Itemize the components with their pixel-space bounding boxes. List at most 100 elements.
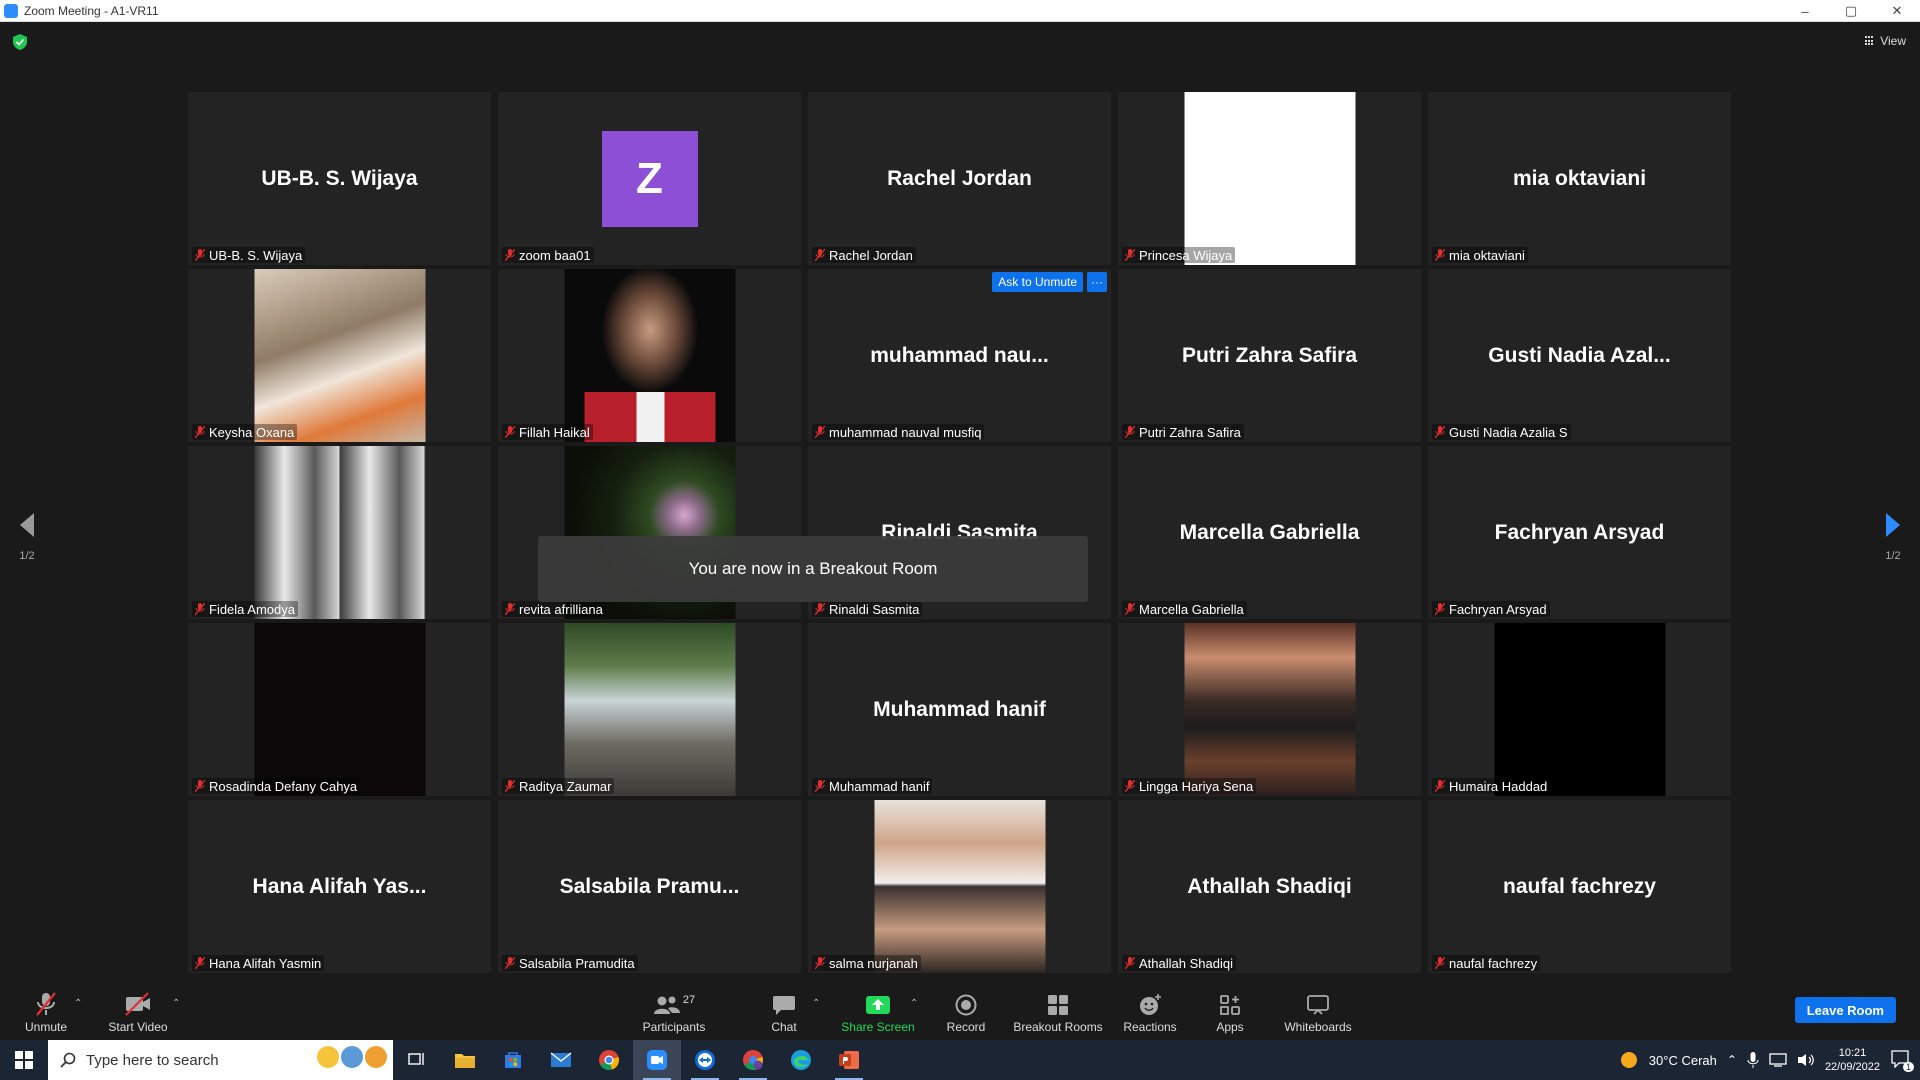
search-highlight-icon (317, 1046, 387, 1068)
participant-tile[interactable]: Hana Alifah Yas... Hana Alifah Yasmin (188, 800, 491, 973)
participant-name-label: Salsabila Pramudita (519, 955, 635, 971)
ask-to-unmute-button[interactable]: Ask to Unmute (992, 272, 1083, 292)
security-shield-icon[interactable] (13, 34, 27, 50)
task-view-button[interactable] (393, 1040, 441, 1080)
weather-label[interactable]: 30°C Cerah (1649, 1053, 1717, 1068)
start-video-button[interactable]: Start Video (106, 980, 170, 1040)
taskbar-search-input[interactable]: Type here to search (48, 1040, 393, 1080)
audio-options-chevron-icon[interactable]: ⌃ (74, 998, 82, 1009)
participant-name-label: Raditya Zaumar (519, 778, 612, 794)
taskbar-chrome[interactable] (585, 1040, 633, 1080)
participant-display-name: Fachryan Arsyad (1494, 520, 1665, 544)
edge-icon (791, 1050, 811, 1070)
chat-options-chevron-icon[interactable]: ⌃ (812, 998, 820, 1009)
participant-tile[interactable]: Athallah Shadiqi Athallah Shadiqi (1118, 800, 1421, 973)
participant-tile[interactable]: Salsabila Pramu... Salsabila Pramudita (498, 800, 801, 973)
muted-mic-icon (1435, 780, 1445, 792)
muted-mic-icon (815, 957, 825, 969)
participants-count: 27 (682, 994, 696, 1006)
network-icon[interactable] (1769, 1053, 1787, 1067)
taskbar-mail[interactable] (537, 1040, 585, 1080)
participant-tile[interactable]: Fillah Haikal (498, 269, 801, 442)
record-button[interactable]: Record (942, 980, 990, 1040)
participant-tile[interactable]: Rachel Jordan Rachel Jordan (808, 92, 1111, 265)
participant-tile[interactable]: Ask to Unmute ··· muhammad nau... muhamm… (808, 269, 1111, 442)
muted-mic-icon (1435, 426, 1445, 438)
unmute-button[interactable]: Unmute (22, 980, 70, 1040)
participant-tile[interactable]: Marcella Gabriella Marcella Gabriella (1118, 446, 1421, 619)
participant-tile[interactable]: salma nurjanah (808, 800, 1111, 973)
close-button[interactable]: ✕ (1874, 0, 1920, 22)
whiteboards-button[interactable]: Whiteboards (1282, 980, 1354, 1040)
taskbar-apps (393, 1040, 873, 1080)
start-video-label: Start Video (108, 1020, 168, 1034)
share-options-chevron-icon[interactable]: ⌃ (910, 998, 918, 1009)
participant-name-label: muhammad nauval musfiq (829, 424, 982, 440)
participant-tile[interactable]: UB-B. S. Wijaya UB-B. S. Wijaya (188, 92, 491, 265)
breakout-rooms-button[interactable]: Breakout Rooms (1012, 980, 1104, 1040)
breakout-room-toast: You are now in a Breakout Room (538, 536, 1088, 602)
participant-video (564, 269, 735, 442)
taskbar-store[interactable] (489, 1040, 537, 1080)
participant-namebar: Marcella Gabriella (1122, 601, 1247, 617)
participant-name-label: zoom baa01 (519, 247, 591, 263)
participant-name-label: Rinaldi Sasmita (829, 601, 920, 617)
volume-icon[interactable] (1797, 1053, 1815, 1067)
participant-tile[interactable]: Fachryan Arsyad Fachryan Arsyad (1428, 446, 1731, 619)
share-screen-button[interactable]: Share Screen (838, 980, 918, 1040)
muted-mic-icon (1125, 426, 1135, 438)
start-button[interactable] (0, 1040, 48, 1080)
participant-tile[interactable]: Keysha Oxana (188, 269, 491, 442)
participant-tile[interactable]: mia oktaviani mia oktaviani (1428, 92, 1731, 265)
participant-display-name: mia oktaviani (1512, 166, 1647, 190)
participant-tile[interactable]: Gusti Nadia Azal... Gusti Nadia Azalia S (1428, 269, 1731, 442)
participant-namebar: muhammad nauval musfiq (812, 424, 985, 440)
participant-display-name: Muhammad hanif (873, 697, 1046, 721)
participants-button[interactable]: 27 Participants (638, 980, 710, 1040)
chat-button[interactable]: Chat (764, 980, 804, 1040)
participant-name-label: Putri Zahra Safira (1139, 424, 1241, 440)
taskbar-teamviewer[interactable] (681, 1040, 729, 1080)
taskbar-edge[interactable] (777, 1040, 825, 1080)
gallery-grid-icon (1865, 36, 1875, 46)
share-screen-icon (866, 996, 890, 1014)
apps-button[interactable]: Apps (1212, 980, 1248, 1040)
taskbar-zoom[interactable] (633, 1040, 681, 1080)
notification-center-button[interactable]: 1 (1890, 1050, 1914, 1072)
participant-namebar: Fachryan Arsyad (1432, 601, 1550, 617)
more-options-button[interactable]: ··· (1087, 272, 1107, 292)
view-button[interactable]: View (1865, 34, 1906, 48)
participant-namebar: Fidela Amodya (192, 601, 298, 617)
participant-namebar: Gusti Nadia Azalia S (1432, 424, 1571, 440)
reactions-button[interactable]: Reactions (1122, 980, 1178, 1040)
participant-name-label: Hana Alifah Yasmin (209, 955, 322, 971)
participant-tile[interactable]: Fidela Amodya (188, 446, 491, 619)
page-indicator-right: 1/2 (1885, 550, 1901, 562)
leave-room-button[interactable]: Leave Room (1794, 997, 1896, 1023)
microphone-icon[interactable] (1747, 1052, 1759, 1068)
participant-tile[interactable]: Rosadinda Defany Cahya (188, 623, 491, 796)
previous-page-button[interactable]: 1/2 (18, 512, 36, 562)
maximize-button[interactable]: ▢ (1828, 0, 1874, 22)
participant-tile[interactable]: Putri Zahra Safira Putri Zahra Safira (1118, 269, 1421, 442)
taskbar-file-explorer[interactable] (441, 1040, 489, 1080)
tray-chevron-icon[interactable]: ⌃ (1727, 1053, 1737, 1067)
task-view-icon (408, 1053, 424, 1065)
participant-tile[interactable]: Raditya Zaumar (498, 623, 801, 796)
participant-tile[interactable]: naufal fachrezy naufal fachrezy (1428, 800, 1731, 973)
participant-tile[interactable]: Lingga Hariya Sena (1118, 623, 1421, 796)
participant-tile[interactable]: Z zoom baa01 (498, 92, 801, 265)
participant-tile[interactable]: Humaira Haddad (1428, 623, 1731, 796)
powerpoint-icon (839, 1051, 859, 1069)
zoom-app: Zoom Meeting - A1-VR11 – ▢ ✕ View 1/2 1/… (0, 0, 1920, 1080)
taskbar-powerpoint[interactable] (825, 1040, 873, 1080)
video-options-chevron-icon[interactable]: ⌃ (172, 998, 180, 1009)
minimize-button[interactable]: – (1782, 0, 1828, 22)
next-page-button[interactable]: 1/2 (1884, 512, 1902, 562)
participant-namebar: salma nurjanah (812, 955, 921, 971)
participant-tile[interactable]: Muhammad hanif Muhammad hanif (808, 623, 1111, 796)
participant-tile[interactable]: Princesa Wijaya (1118, 92, 1421, 265)
participant-name-label: Humaira Haddad (1449, 778, 1548, 794)
taskbar-chrome-profile[interactable] (729, 1040, 777, 1080)
taskbar-clock[interactable]: 10:21 22/09/2022 (1825, 1046, 1880, 1074)
